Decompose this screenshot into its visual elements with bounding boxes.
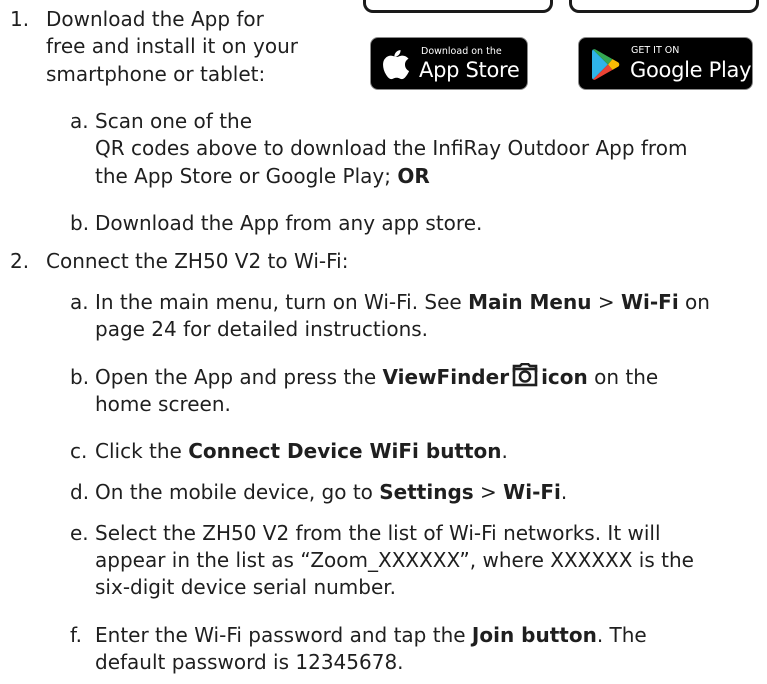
google-play-badge-label: Google Play xyxy=(630,58,752,82)
step-2b-line-1: Open the App and press the ViewFinder ico… xyxy=(95,363,659,389)
step-1b-letter: b. xyxy=(70,211,90,235)
step-2f-line-1: Enter the Wi-Fi password and tap the Joi… xyxy=(95,623,647,647)
google-play-qr-code xyxy=(569,0,759,13)
app-store-badge-label: App Store xyxy=(419,58,520,82)
viewfinder-camera-icon xyxy=(512,363,538,387)
app-store-badge[interactable]: Download on the App Store xyxy=(370,37,528,90)
step-1a-line-1: Scan one of the xyxy=(95,109,253,133)
step-2a-line-2: page 24 for detailed instructions. xyxy=(95,317,429,341)
step-1a-line-2: QR codes above to download the InfiRay O… xyxy=(95,136,688,160)
step-2b-line-2: home screen. xyxy=(95,392,231,416)
step-2c-text: Click the Connect Device WiFi button. xyxy=(95,439,508,463)
step-1-number: 1. xyxy=(10,7,30,31)
step-2-text: Connect the ZH50 V2 to Wi-Fi: xyxy=(46,249,349,273)
step-2-number: 2. xyxy=(10,249,30,273)
step-2d-text: On the mobile device, go to Settings > W… xyxy=(95,480,568,504)
step-2e-letter: e. xyxy=(70,521,89,545)
step-2d-letter: d. xyxy=(70,480,90,504)
step-1-line-3: smartphone or tablet: xyxy=(46,62,266,86)
step-1a-line-3: the App Store or Google Play; OR xyxy=(95,164,430,188)
app-store-badge-small-text: Download on the xyxy=(421,46,502,57)
step-2a-line-1: In the main menu, turn on Wi-Fi. See Mai… xyxy=(95,290,710,314)
step-2a-letter: a. xyxy=(70,290,89,314)
step-2e-line-1: Select the ZH50 V2 from the list of Wi-F… xyxy=(95,521,661,545)
google-play-badge-small-text: GET IT ON xyxy=(631,45,680,56)
step-2f-line-2: default password is 12345678. xyxy=(95,650,404,674)
google-play-badge[interactable]: GET IT ON Google Play xyxy=(578,37,753,90)
step-1-line-2: free and install it on your xyxy=(46,34,298,58)
step-2e-line-3: six-digit device serial number. xyxy=(95,575,397,599)
step-2c-letter: c. xyxy=(70,439,88,463)
step-1-line-1: Download the App for xyxy=(46,7,264,31)
step-1b-text: Download the App from any app store. xyxy=(95,211,483,235)
apple-icon xyxy=(383,50,409,80)
step-2e-line-2: appear in the list as “Zoom_XXXXXX”, whe… xyxy=(95,548,694,572)
step-2f-letter: f. xyxy=(70,623,82,647)
google-play-icon xyxy=(592,49,620,80)
step-1a-letter: a. xyxy=(70,109,89,133)
step-2b-letter: b. xyxy=(70,365,90,389)
app-store-qr-code xyxy=(363,0,553,13)
